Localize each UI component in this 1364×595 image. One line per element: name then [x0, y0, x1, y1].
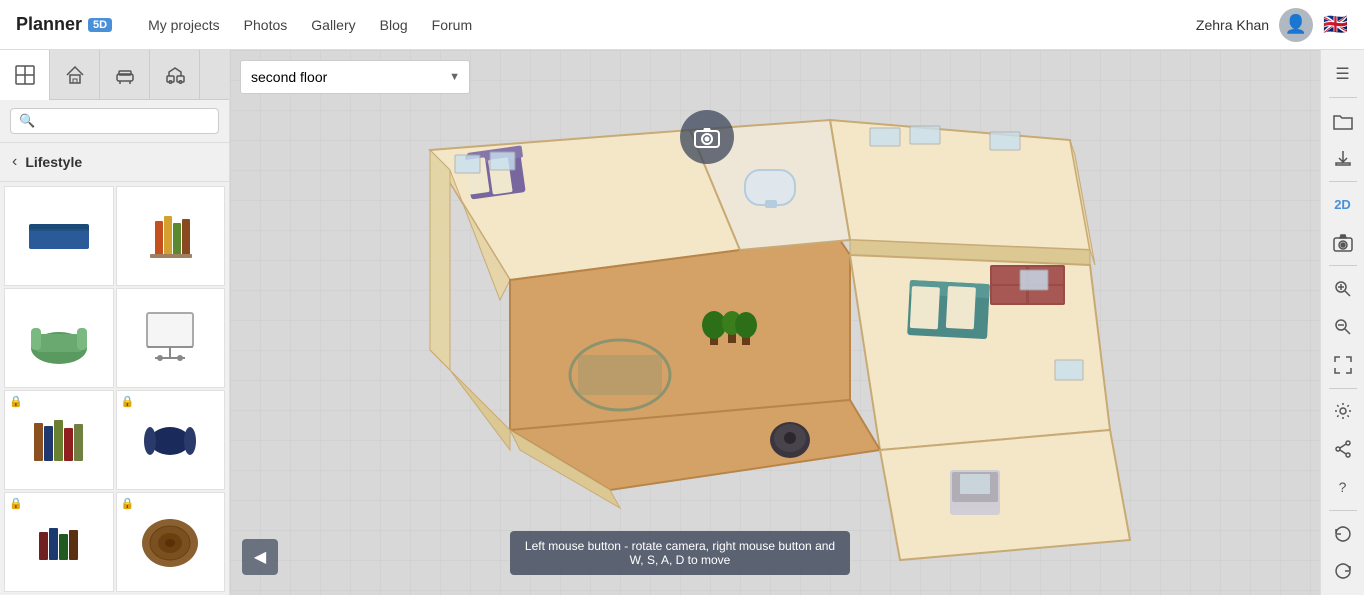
item-roll-cushion[interactable]: 🔒: [116, 390, 226, 490]
divider: [1329, 510, 1357, 511]
floor-plan-tool[interactable]: [0, 50, 50, 100]
lock-icon: 🔒: [9, 395, 23, 408]
lock-icon: 🔒: [121, 395, 135, 408]
logo-badge: 5D: [88, 18, 112, 32]
back-icon: ‹: [12, 153, 17, 171]
divider: [1329, 265, 1357, 266]
nav-my-projects[interactable]: My projects: [148, 17, 220, 33]
item-book-flat[interactable]: [4, 186, 114, 286]
search-input-wrap: 🔍: [10, 108, 219, 134]
canvas-area[interactable]: ◀ Left mouse button - rotate camera, rig…: [230, 50, 1330, 595]
lock-icon: 🔒: [9, 497, 23, 510]
help-btn[interactable]: ?: [1325, 469, 1361, 505]
settings-btn[interactable]: [1325, 394, 1361, 430]
undo-btn[interactable]: [1325, 516, 1361, 552]
2d-btn[interactable]: 2D: [1325, 187, 1361, 223]
nav-forum[interactable]: Forum: [432, 17, 472, 33]
floor-select-wrapper: first floor second floor third floor: [240, 60, 470, 94]
floorplan-3d: [310, 90, 1210, 570]
nav-blog[interactable]: Blog: [380, 17, 408, 33]
logo-area: Planner 5D: [0, 14, 128, 35]
avatar[interactable]: 👤: [1279, 8, 1313, 42]
divider: [1329, 97, 1357, 98]
left-toolbar: 🔍 ‹ Lifestyle: [0, 50, 230, 595]
tooltip-text: Left mouse button - rotate camera, right…: [525, 539, 835, 567]
right-toolbar: ☰ 2D: [1320, 50, 1364, 595]
flag-icon: 🇬🇧: [1323, 12, 1348, 37]
back-arrow-icon: ◀: [254, 547, 266, 567]
folder-btn[interactable]: [1325, 103, 1361, 139]
item-sofa-green[interactable]: [4, 288, 114, 388]
tool-icons-bar: [0, 50, 229, 100]
header: Planner 5D My projects Photos Gallery Bl…: [0, 0, 1364, 50]
item-books-tall[interactable]: 🔒: [4, 390, 114, 490]
logo-text: Planner: [16, 14, 82, 35]
zoom-in-btn[interactable]: [1325, 271, 1361, 307]
download-btn[interactable]: [1325, 140, 1361, 176]
menu-btn[interactable]: ☰: [1325, 56, 1361, 92]
search-icon: 🔍: [19, 113, 35, 129]
user-name: Zehra Khan: [1196, 17, 1269, 33]
camera-button[interactable]: [680, 110, 734, 164]
fullscreen-btn[interactable]: [1325, 347, 1361, 383]
exterior-tool[interactable]: [150, 50, 200, 100]
floor-select[interactable]: first floor second floor third floor: [240, 60, 470, 94]
item-whiteboard[interactable]: [116, 288, 226, 388]
furniture-tool[interactable]: [100, 50, 150, 100]
category-header[interactable]: ‹ Lifestyle: [0, 143, 229, 182]
home-tool[interactable]: [50, 50, 100, 100]
zoom-out-btn[interactable]: [1325, 309, 1361, 345]
nav-photos[interactable]: Photos: [244, 17, 288, 33]
category-name: Lifestyle: [25, 154, 82, 170]
nav-links: My projects Photos Gallery Blog Forum: [128, 17, 1180, 33]
redo-btn[interactable]: [1325, 553, 1361, 589]
search-container: 🔍: [0, 100, 229, 143]
back-arrow-button[interactable]: ◀: [242, 539, 278, 575]
share-btn[interactable]: [1325, 431, 1361, 467]
items-grid: 🔒 🔒 🔒: [0, 182, 229, 595]
item-carpet[interactable]: 🔒: [116, 492, 226, 592]
search-input[interactable]: [35, 114, 210, 129]
item-books-stack[interactable]: [116, 186, 226, 286]
nav-gallery[interactable]: Gallery: [311, 17, 355, 33]
lock-icon: 🔒: [121, 497, 135, 510]
divider: [1329, 388, 1357, 389]
floor-selector: first floor second floor third floor: [230, 50, 480, 104]
user-area: Zehra Khan 👤 🇬🇧: [1180, 8, 1364, 42]
tooltip: Left mouse button - rotate camera, right…: [510, 531, 850, 575]
item-books2[interactable]: 🔒: [4, 492, 114, 592]
render-camera-btn[interactable]: [1325, 225, 1361, 261]
divider: [1329, 181, 1357, 182]
